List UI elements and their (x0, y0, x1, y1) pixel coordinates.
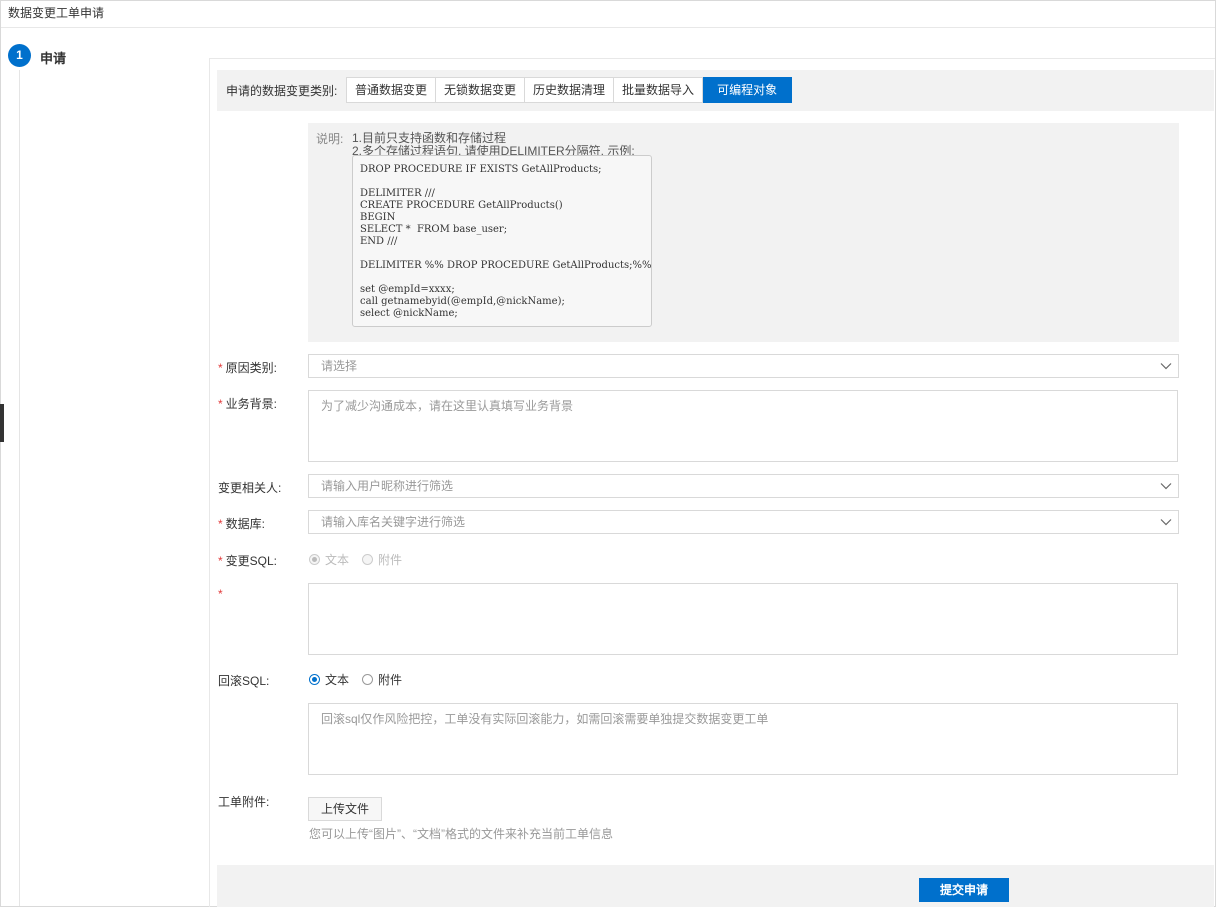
rollback-sql-textarea[interactable]: 回滚sql仅作风险把控，工单没有实际回滚能力，如需回滚需要单独提交数据变更工单 (308, 703, 1178, 775)
attachment-label: 工单附件: (218, 795, 270, 809)
rollback-sql-text-radio[interactable] (309, 674, 320, 685)
reason-placeholder: 请选择 (321, 359, 358, 373)
change-type-tabs: 普通数据变更 无锁数据变更 历史数据清理 批量数据导入 可编程对象 (346, 77, 793, 103)
upload-hint: 您可以上传“图片”、“文档”格式的文件来补充当前工单信息 (309, 827, 613, 841)
sql-text-label: * (218, 587, 226, 601)
footer-bar (217, 865, 1214, 907)
instructions-label: 说明: (316, 132, 344, 146)
chevron-down-icon (1160, 363, 1172, 370)
sql-example-code: DROP PROCEDURE IF EXISTS GetAllProducts;… (352, 155, 652, 327)
reason-label: * 原因类别: (218, 359, 277, 376)
change-sql-textarea[interactable] (308, 583, 1178, 655)
step-connector-line (19, 70, 20, 906)
tab-batch-import[interactable]: 批量数据导入 (614, 77, 704, 103)
page-title: 数据变更工单申请 (8, 6, 105, 20)
content-border (209, 58, 1215, 59)
rollback-sql-text-option-label: 文本 (325, 673, 350, 687)
submit-button[interactable]: 提交申请 (919, 878, 1009, 902)
upload-file-button[interactable]: 上传文件 (308, 797, 382, 821)
tab-normal-change[interactable]: 普通数据变更 (346, 77, 437, 103)
change-sql-text-option-label: 文本 (325, 553, 350, 567)
required-mark: * (218, 554, 223, 568)
change-sql-label: * 变更SQL: (218, 552, 277, 569)
stakeholders-select[interactable]: 请输入用户昵称进行筛选 (308, 474, 1179, 498)
title-divider (1, 27, 1215, 28)
rollback-sql-label: 回滚SQL: (218, 674, 270, 688)
step-label: 申请 (40, 51, 67, 66)
required-mark: * (218, 361, 223, 375)
content-border-left (209, 58, 210, 907)
reason-label-text: 原因类别: (225, 361, 278, 375)
background-placeholder: 为了减少沟通成本，请在这里认真填写业务背景 (321, 399, 574, 413)
rollback-sql-placeholder: 回滚sql仅作风险把控，工单没有实际回滚能力，如需回滚需要单独提交数据变更工单 (321, 712, 769, 726)
side-collapse-handle[interactable] (0, 404, 4, 442)
background-label: * 业务背景: (218, 395, 277, 412)
rollback-sql-attachment-radio[interactable] (362, 674, 374, 685)
change-type-label: 申请的数据变更类别: (226, 84, 338, 98)
rollback-sql-mode-group: 文本 附件 (309, 671, 415, 688)
background-textarea[interactable]: 为了减少沟通成本，请在这里认真填写业务背景 (308, 390, 1178, 462)
step-number-badge: 1 (8, 44, 31, 67)
chevron-down-icon (1160, 519, 1172, 526)
change-sql-text-radio[interactable] (309, 554, 320, 565)
change-sql-mode-group: 文本 附件 (309, 551, 415, 568)
database-placeholder: 请输入库名关键字进行筛选 (321, 515, 466, 529)
stakeholders-placeholder: 请输入用户昵称进行筛选 (321, 479, 454, 493)
tab-history-cleanup[interactable]: 历史数据清理 (525, 77, 615, 103)
stakeholders-label: 变更相关人: (218, 481, 282, 495)
tab-programmable-object[interactable]: 可编程对象 (703, 77, 793, 103)
database-label-text: 数据库: (225, 517, 266, 531)
rollback-sql-attachment-option-label: 附件 (378, 673, 403, 687)
change-sql-attachment-radio[interactable] (362, 554, 374, 565)
tab-lockless-change[interactable]: 无锁数据变更 (436, 77, 526, 103)
database-label: * 数据库: (218, 515, 265, 532)
required-mark: * (218, 587, 223, 601)
chevron-down-icon (1160, 483, 1172, 490)
reason-select[interactable]: 请选择 (308, 354, 1179, 378)
change-sql-label-text: 变更SQL: (225, 554, 278, 568)
required-mark: * (218, 397, 223, 411)
database-select[interactable]: 请输入库名关键字进行筛选 (308, 510, 1179, 534)
background-label-text: 业务背景: (225, 397, 278, 411)
required-mark: * (218, 517, 223, 531)
change-sql-attachment-option-label: 附件 (378, 553, 403, 567)
